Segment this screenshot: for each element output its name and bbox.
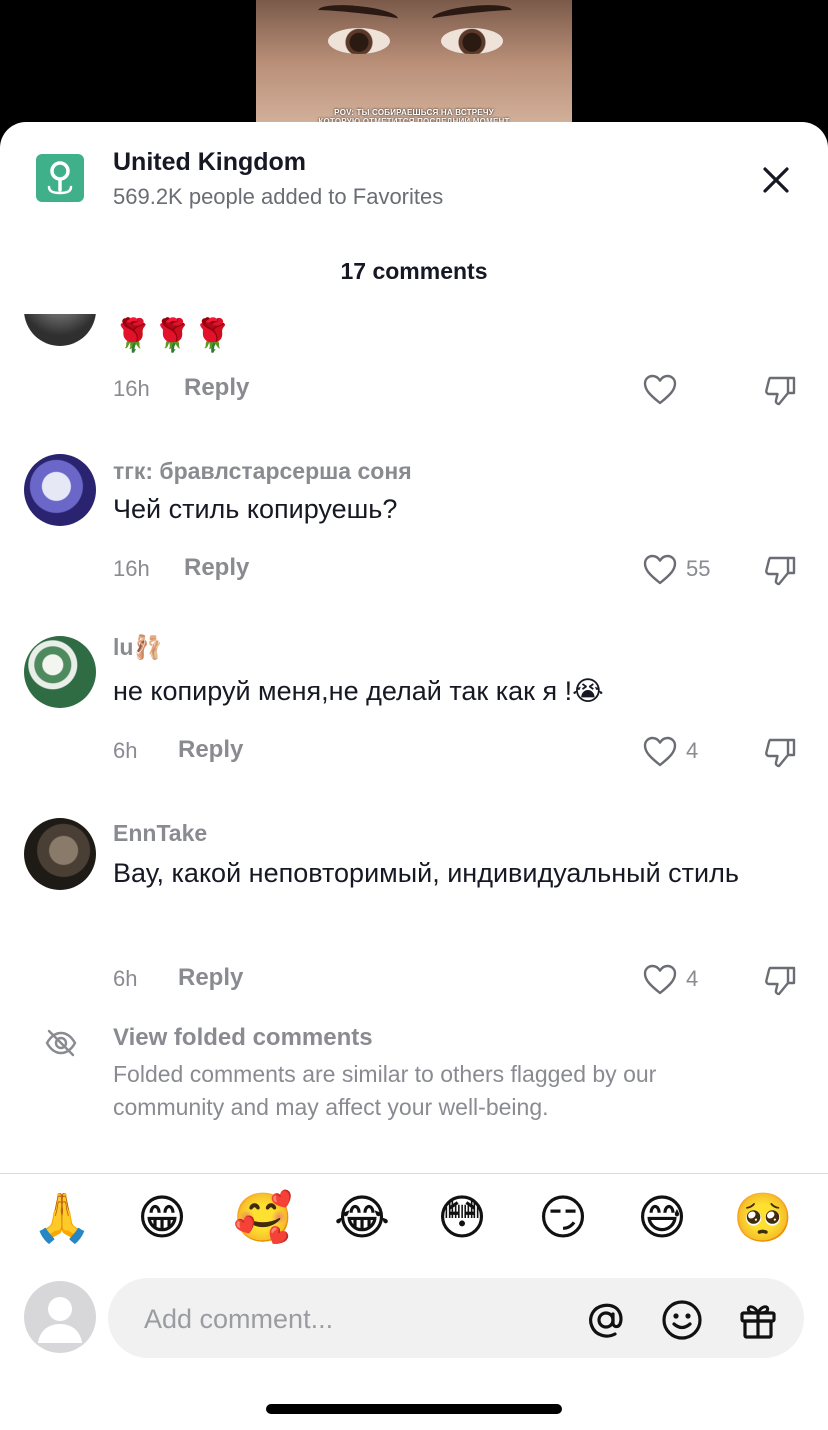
view-folded-comments-link[interactable]: View folded comments	[113, 1024, 373, 1052]
quick-emoji-bar: 🙏 😁 🥰 😂 😳 😏 😅 🥺	[0, 1186, 828, 1254]
heart-icon[interactable]	[642, 552, 678, 588]
heart-icon[interactable]	[642, 372, 678, 408]
comment-text: не копируй меня,не делай так как я !😭	[113, 676, 604, 706]
avatar[interactable]	[24, 818, 96, 890]
thumbs-down-icon[interactable]	[762, 734, 798, 770]
comment-time: 16h	[113, 556, 150, 581]
divider	[0, 1173, 828, 1174]
like-count: 4	[686, 966, 699, 991]
location-favorites-count: 569.2K people added to Favorites	[113, 184, 444, 209]
heart-icon[interactable]	[642, 962, 678, 998]
eye-off-icon[interactable]	[44, 1026, 78, 1060]
emoji-sweat-smile-button[interactable]: 😅	[630, 1186, 694, 1250]
current-user-avatar[interactable]	[24, 1281, 96, 1353]
video-caption-line1: POV: ТЫ СОБИРАЕШЬСЯ НА ВСТРЕЧУ	[334, 108, 494, 117]
comment-time: 6h	[113, 738, 138, 763]
reply-button[interactable]: Reply	[178, 736, 243, 764]
emoji-smirk-button[interactable]: 😏	[531, 1186, 595, 1250]
video-face-brow	[431, 1, 513, 28]
emoji-joy-button[interactable]: 😂	[330, 1186, 394, 1250]
folded-comments-description: Folded comments are similar to others fl…	[113, 1061, 657, 1120]
home-indicator[interactable]	[266, 1404, 562, 1414]
comment-time: 16h	[113, 376, 150, 401]
thumbs-down-icon[interactable]	[762, 552, 798, 588]
reply-button[interactable]: Reply	[184, 374, 249, 402]
comments-count: 17 comments	[340, 258, 488, 284]
like-count: 4	[686, 738, 699, 763]
gift-icon[interactable]	[736, 1298, 780, 1342]
video-preview[interactable]: POV: ТЫ СОБИРАЕШЬСЯ НА ВСТРЕЧУ КОТОРУЮ О…	[256, 0, 572, 140]
comment-username[interactable]: lu🩰	[113, 634, 162, 661]
close-icon[interactable]	[758, 162, 794, 198]
reply-button[interactable]: Reply	[184, 554, 249, 582]
heart-icon[interactable]	[642, 734, 678, 770]
emoji-pleading-button[interactable]: 🥺	[731, 1186, 795, 1250]
thumbs-down-icon[interactable]	[762, 962, 798, 998]
video-face-eye	[328, 28, 390, 54]
location-badge[interactable]	[36, 154, 84, 202]
comment-text: 🌹🌹🌹	[113, 317, 233, 353]
comment-input[interactable]	[142, 1296, 566, 1342]
reply-button[interactable]: Reply	[178, 964, 243, 992]
emoji-pray-button[interactable]: 🙏	[30, 1186, 94, 1250]
video-face-eye	[441, 28, 503, 54]
avatar[interactable]	[24, 636, 96, 708]
emoji-icon[interactable]	[660, 1298, 704, 1342]
comment-text: Чей стиль копируешь?	[113, 494, 398, 524]
emoji-hearts-face-button[interactable]: 🥰	[231, 1186, 295, 1250]
video-face-brow	[317, 1, 399, 28]
emoji-grin-button[interactable]: 😁	[130, 1186, 194, 1250]
like-count: 55	[686, 556, 711, 581]
comments-sheet: United Kingdom 569.2K people added to Fa…	[0, 122, 828, 1430]
comment-text: Вау, какой неповторимый, индивидуальный …	[113, 858, 739, 888]
comment-time: 6h	[113, 966, 138, 991]
thumbs-down-icon[interactable]	[762, 372, 798, 408]
comment-username[interactable]: тгк: бравлстарсерша соня	[113, 458, 412, 485]
comment-composer	[108, 1278, 804, 1358]
emoji-flushed-button[interactable]: 😳	[430, 1186, 494, 1250]
avatar[interactable]	[24, 454, 96, 526]
avatar[interactable]	[24, 314, 96, 346]
location-pin-icon	[36, 154, 84, 202]
at-icon[interactable]	[584, 1298, 628, 1342]
location-title[interactable]: United Kingdom	[113, 148, 306, 177]
comment-username[interactable]: EnnTake	[113, 820, 207, 847]
